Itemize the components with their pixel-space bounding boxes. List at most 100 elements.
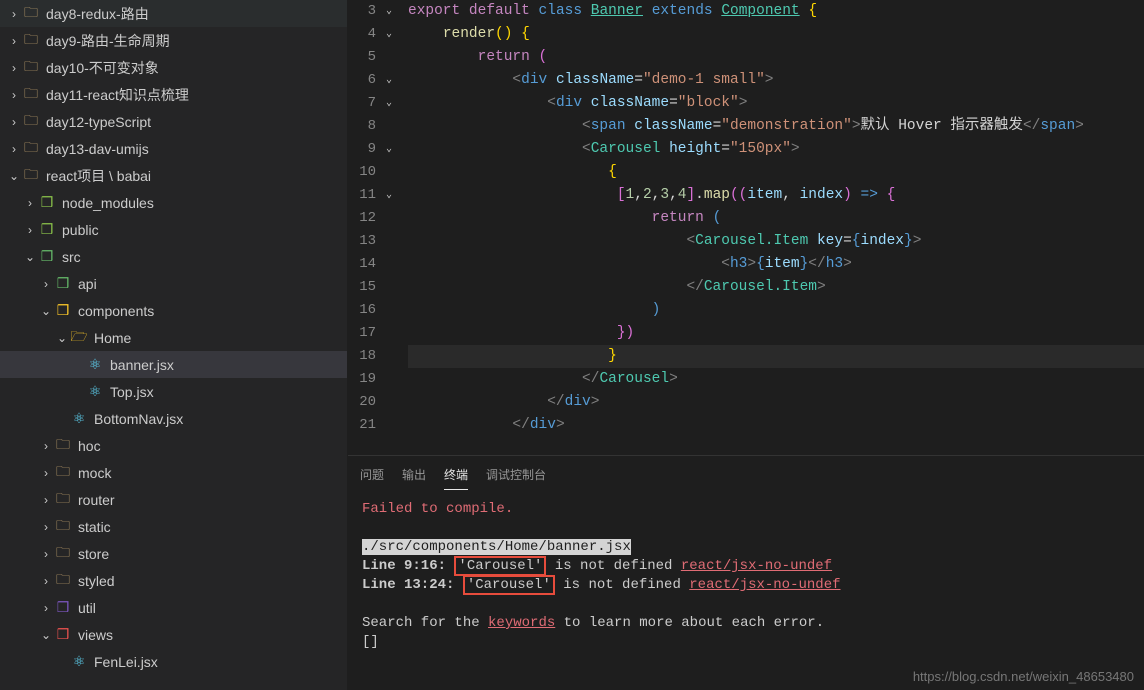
code-line[interactable]: </div> — [408, 391, 1144, 414]
tree-item[interactable]: ⌄❒views — [0, 621, 347, 648]
tree-item[interactable]: ›❒node_modules — [0, 189, 347, 216]
code-line[interactable]: <Carousel height="150px"> — [408, 138, 1144, 161]
chevron-icon[interactable]: › — [38, 466, 54, 480]
chevron-icon[interactable]: › — [6, 7, 22, 21]
tree-item-label: static — [78, 519, 111, 535]
chevron-icon[interactable]: › — [38, 493, 54, 507]
code-line[interactable]: return ( — [408, 207, 1144, 230]
fold-icon[interactable]: ⌄ — [380, 92, 392, 115]
chevron-icon[interactable]: › — [6, 115, 22, 129]
folder-icon: 🗀 — [22, 5, 40, 23]
tree-item[interactable]: ⚛BottomNav.jsx — [0, 405, 347, 432]
code-line[interactable]: render() { — [408, 23, 1144, 46]
fold-icon[interactable]: ⌄ — [380, 138, 392, 161]
tree-item[interactable]: ›🗀day12-typeScript — [0, 108, 347, 135]
chevron-icon[interactable]: › — [6, 88, 22, 102]
react-icon: ⚛ — [86, 356, 104, 374]
tree-item[interactable]: ›🗀styled — [0, 567, 347, 594]
tree-item[interactable]: ›❒public — [0, 216, 347, 243]
fold-icon[interactable]: ⌄ — [380, 23, 392, 46]
tree-item[interactable]: ›🗀static — [0, 513, 347, 540]
tree-item[interactable]: ⌄🗀react项目 \ babai — [0, 162, 347, 189]
tree-item[interactable]: ›🗀router — [0, 486, 347, 513]
code-line[interactable]: }) — [408, 322, 1144, 345]
panel-tab[interactable]: 调试控制台 — [486, 460, 546, 490]
tree-item[interactable]: ›❒util — [0, 594, 347, 621]
tree-item[interactable]: ›🗀day11-react知识点梳理 — [0, 81, 347, 108]
folder-node-icon: ❒ — [38, 221, 56, 239]
chevron-icon[interactable]: › — [6, 34, 22, 48]
code-line[interactable]: <span className="demonstration">默认 Hover… — [408, 115, 1144, 138]
watermark: https://blog.csdn.net/weixin_48653480 — [913, 667, 1134, 686]
line-number: 3⌄ — [348, 0, 392, 23]
keywords-link[interactable]: keywords — [488, 615, 555, 631]
tree-item[interactable]: ›🗀day8-redux-路由 — [0, 0, 347, 27]
tree-item[interactable]: ›🗀day10-不可变对象 — [0, 54, 347, 81]
chevron-icon[interactable]: › — [38, 547, 54, 561]
chevron-icon[interactable]: › — [38, 277, 54, 291]
tree-item[interactable]: ⌄❒src — [0, 243, 347, 270]
chevron-icon[interactable]: › — [38, 574, 54, 588]
chevron-icon[interactable]: › — [38, 439, 54, 453]
code-line[interactable]: <div className="block"> — [408, 92, 1144, 115]
file-explorer[interactable]: ›🗀day8-redux-路由›🗀day9-路由-生命周期›🗀day10-不可变… — [0, 0, 348, 690]
terminal-output[interactable]: Failed to compile. ./src/components/Home… — [348, 490, 1144, 690]
tree-item[interactable]: ⌄❒components — [0, 297, 347, 324]
panel-tabs: 问题输出终端调试控制台 — [348, 456, 1144, 490]
tree-item[interactable]: ⚛Top.jsx — [0, 378, 347, 405]
tree-item[interactable]: ›🗀day13-dav-umijs — [0, 135, 347, 162]
chevron-icon[interactable]: ⌄ — [22, 250, 38, 264]
line-number: 6⌄ — [348, 69, 392, 92]
line-number: 17 — [348, 322, 392, 345]
tree-item[interactable]: ⚛FenLei.jsx — [0, 648, 347, 675]
chevron-icon[interactable]: › — [22, 223, 38, 237]
chevron-icon[interactable]: ⌄ — [38, 628, 54, 642]
error-token-highlight: 'Carousel' — [463, 575, 555, 595]
chevron-icon[interactable]: › — [22, 196, 38, 210]
code-editor[interactable]: 3⌄4⌄56⌄7⌄89⌄1011⌄12131415161718192021 ex… — [348, 0, 1144, 455]
code-line[interactable]: { — [408, 161, 1144, 184]
tree-item[interactable]: ⌄🗁Home — [0, 324, 347, 351]
folder-icon: 🗀 — [54, 545, 72, 563]
chevron-icon[interactable]: › — [38, 520, 54, 534]
tree-item[interactable]: ›🗀hoc — [0, 432, 347, 459]
code-line[interactable]: return ( — [408, 46, 1144, 69]
tree-item[interactable]: ⚛banner.jsx — [0, 351, 347, 378]
code-line[interactable]: ) — [408, 299, 1144, 322]
tree-item[interactable]: ›🗀store — [0, 540, 347, 567]
panel-tab[interactable]: 问题 — [360, 460, 384, 490]
tree-item[interactable]: ›🗀day9-路由-生命周期 — [0, 27, 347, 54]
chevron-icon[interactable]: ⌄ — [38, 304, 54, 318]
tree-item[interactable]: ›❒api — [0, 270, 347, 297]
fold-icon[interactable]: ⌄ — [380, 0, 392, 23]
chevron-icon[interactable]: › — [6, 142, 22, 156]
code-line[interactable]: export default class Banner extends Comp… — [408, 0, 1144, 23]
tree-item[interactable]: ›🗀mock — [0, 459, 347, 486]
line-number: 7⌄ — [348, 92, 392, 115]
line-number: 12 — [348, 207, 392, 230]
chevron-icon[interactable]: ⌄ — [6, 169, 22, 183]
tree-item-label: day13-dav-umijs — [46, 141, 149, 157]
error-location: Line 13:24: — [362, 577, 454, 593]
code-line[interactable]: </div> — [408, 414, 1144, 437]
code-line[interactable]: } — [408, 345, 1144, 368]
code-line[interactable]: [1,2,3,4].map((item, index) => { — [408, 184, 1144, 207]
chevron-icon[interactable]: › — [38, 601, 54, 615]
code-line[interactable]: <h3>{item}</h3> — [408, 253, 1144, 276]
fold-icon[interactable]: ⌄ — [380, 69, 392, 92]
folder-src-icon: ❒ — [38, 248, 56, 266]
panel-tab[interactable]: 终端 — [444, 460, 468, 490]
line-number: 11⌄ — [348, 184, 392, 207]
panel-tab[interactable]: 输出 — [402, 460, 426, 490]
code-content[interactable]: export default class Banner extends Comp… — [408, 0, 1144, 455]
code-line[interactable]: <div className="demo-1 small"> — [408, 69, 1144, 92]
chevron-icon[interactable]: ⌄ — [54, 331, 70, 345]
error-rule-link[interactable]: react/jsx-no-undef — [681, 558, 832, 574]
code-line[interactable]: </Carousel.Item> — [408, 276, 1144, 299]
tree-item-label: styled — [78, 573, 115, 589]
fold-icon[interactable]: ⌄ — [380, 184, 392, 207]
code-line[interactable]: <Carousel.Item key={index}> — [408, 230, 1144, 253]
code-line[interactable]: </Carousel> — [408, 368, 1144, 391]
error-rule-link[interactable]: react/jsx-no-undef — [689, 577, 840, 593]
chevron-icon[interactable]: › — [6, 61, 22, 75]
